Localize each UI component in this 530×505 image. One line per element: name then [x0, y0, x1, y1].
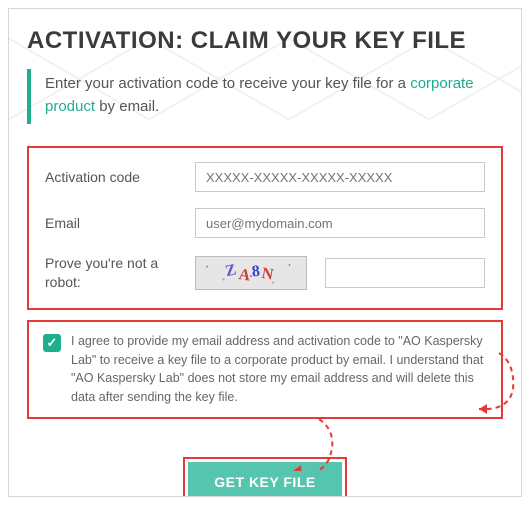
intro-prefix: Enter your activation code to receive yo…: [45, 75, 410, 92]
email-input[interactable]: [195, 208, 485, 238]
captcha-image: Z A 8 N: [195, 256, 307, 290]
captcha-glyph: N: [261, 265, 277, 285]
intro-suffix: by email.: [95, 98, 159, 115]
captcha-label: Prove you're not a robot:: [45, 254, 195, 292]
intro-text: Enter your activation code to receive yo…: [27, 69, 503, 124]
button-highlight-box: GET KEY FILE: [183, 457, 346, 497]
form-highlight-box: Activation code Email Prove you're not a…: [27, 146, 503, 310]
activation-code-label: Activation code: [45, 169, 195, 185]
page-title: ACTIVATION: CLAIM YOUR KEY FILE: [27, 27, 503, 55]
consent-checkbox[interactable]: ✓: [43, 334, 61, 352]
consent-text: I agree to provide my email address and …: [71, 332, 487, 407]
activation-code-input[interactable]: [195, 162, 485, 192]
captcha-input[interactable]: [325, 258, 485, 288]
check-icon: ✓: [47, 333, 58, 353]
email-label: Email: [45, 215, 195, 231]
consent-highlight-box: ✓ I agree to provide my email address an…: [27, 320, 503, 419]
get-key-file-button[interactable]: GET KEY FILE: [188, 462, 341, 497]
